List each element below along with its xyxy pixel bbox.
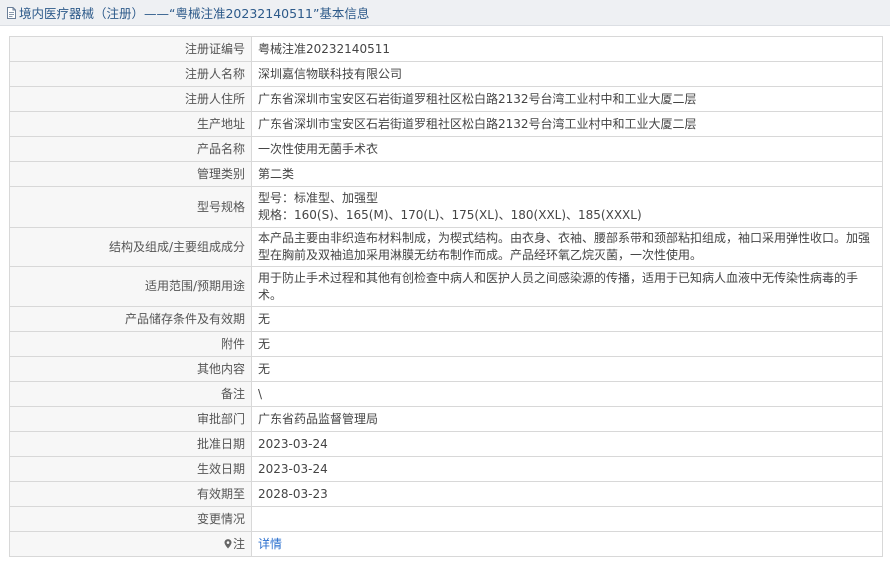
row-value: 无 — [251, 356, 883, 382]
page-title: 境内医疗器械（注册）——“粤械注准20232140511”基本信息 — [19, 6, 370, 21]
row-value: 2023-03-24 — [251, 456, 883, 482]
row-label: 有效期至 — [9, 481, 252, 507]
row-label: 结构及组成/主要组成成分 — [9, 227, 252, 267]
row-label: 注册人住所 — [9, 86, 252, 112]
row-value: 2028-03-23 — [251, 481, 883, 507]
row-label: 审批部门 — [9, 406, 252, 432]
location-pin-icon — [224, 537, 232, 548]
table-row: 产品储存条件及有效期 无 — [9, 306, 883, 332]
table-row: 其他内容 无 — [9, 356, 883, 382]
row-label: 注册证编号 — [9, 36, 252, 62]
table-row: 备注 \ — [9, 381, 883, 407]
document-icon — [6, 6, 17, 19]
row-label: 型号规格 — [9, 186, 252, 228]
row-label: 生效日期 — [9, 456, 252, 482]
spec-line: 规格：160(S)、165(M)、170(L)、175(XL)、180(XXL)… — [258, 208, 642, 222]
row-label: 备注 — [9, 381, 252, 407]
row-value: 一次性使用无菌手术衣 — [251, 136, 883, 162]
row-label: 变更情况 — [9, 506, 252, 532]
row-label: 适用范围/预期用途 — [9, 266, 252, 307]
table-row: 变更情况 — [9, 506, 883, 532]
table-row: 注册证编号 粤械注准20232140511 — [9, 36, 883, 62]
page-header: 境内医疗器械（注册）——“粤械注准20232140511”基本信息 — [0, 0, 890, 26]
row-value: 本产品主要由非织造布材料制成，为楔式结构。由衣身、衣袖、腰部系带和颈部粘扣组成，… — [251, 227, 883, 267]
table-row: 批准日期 2023-03-24 — [9, 431, 883, 457]
note-label: 注 — [232, 536, 245, 551]
detail-table: 注册证编号 粤械注准20232140511 注册人名称 深圳嘉信物联科技有限公司… — [9, 36, 883, 557]
row-label: 附件 — [9, 331, 252, 357]
table-row: 注册人住所 广东省深圳市宝安区石岩街道罗租社区松白路2132号台湾工业村中和工业… — [9, 86, 883, 112]
row-label: 注册人名称 — [9, 61, 252, 87]
row-value — [251, 506, 883, 532]
row-value: 型号：标准型、加强型 规格：160(S)、165(M)、170(L)、175(X… — [251, 186, 883, 228]
row-label: 其他内容 — [9, 356, 252, 382]
row-value: 用于防止手术过程和其他有创检查中病人和医护人员之间感染源的传播，适用于已知病人血… — [251, 266, 883, 307]
row-value: 广东省深圳市宝安区石岩街道罗租社区松白路2132号台湾工业村中和工业大厦二层 — [251, 111, 883, 137]
row-value: 广东省深圳市宝安区石岩街道罗租社区松白路2132号台湾工业村中和工业大厦二层 — [251, 86, 883, 112]
table-row: 适用范围/预期用途 用于防止手术过程和其他有创检查中病人和医护人员之间感染源的传… — [9, 266, 883, 307]
row-value: 第二类 — [251, 161, 883, 187]
table-row: 注 详情 — [9, 531, 883, 557]
table-row: 管理类别 第二类 — [9, 161, 883, 187]
row-value: 2023-03-24 — [251, 431, 883, 457]
table-row: 注册人名称 深圳嘉信物联科技有限公司 — [9, 61, 883, 87]
row-value: 广东省药品监督管理局 — [251, 406, 883, 432]
detail-table-container: 注册证编号 粤械注准20232140511 注册人名称 深圳嘉信物联科技有限公司… — [9, 36, 883, 557]
table-row: 审批部门 广东省药品监督管理局 — [9, 406, 883, 432]
row-value: 粤械注准20232140511 — [251, 36, 883, 62]
table-row: 生效日期 2023-03-24 — [9, 456, 883, 482]
table-row: 产品名称 一次性使用无菌手术衣 — [9, 136, 883, 162]
row-label: 产品储存条件及有效期 — [9, 306, 252, 332]
table-row: 生产地址 广东省深圳市宝安区石岩街道罗租社区松白路2132号台湾工业村中和工业大… — [9, 111, 883, 137]
model-line: 型号：标准型、加强型 — [258, 191, 379, 205]
row-label: 注 — [9, 531, 252, 557]
table-row: 型号规格 型号：标准型、加强型 规格：160(S)、165(M)、170(L)、… — [9, 186, 883, 228]
details-link[interactable]: 详情 — [258, 537, 282, 551]
row-label: 生产地址 — [9, 111, 252, 137]
table-row: 结构及组成/主要组成成分 本产品主要由非织造布材料制成，为楔式结构。由衣身、衣袖… — [9, 227, 883, 267]
row-value: 深圳嘉信物联科技有限公司 — [251, 61, 883, 87]
row-value: 无 — [251, 306, 883, 332]
table-row: 有效期至 2028-03-23 — [9, 481, 883, 507]
row-value: 无 — [251, 331, 883, 357]
row-value: \ — [251, 381, 883, 407]
row-label: 产品名称 — [9, 136, 252, 162]
row-value: 详情 — [251, 531, 883, 557]
row-label: 管理类别 — [9, 161, 252, 187]
row-label: 批准日期 — [9, 431, 252, 457]
table-row: 附件 无 — [9, 331, 883, 357]
